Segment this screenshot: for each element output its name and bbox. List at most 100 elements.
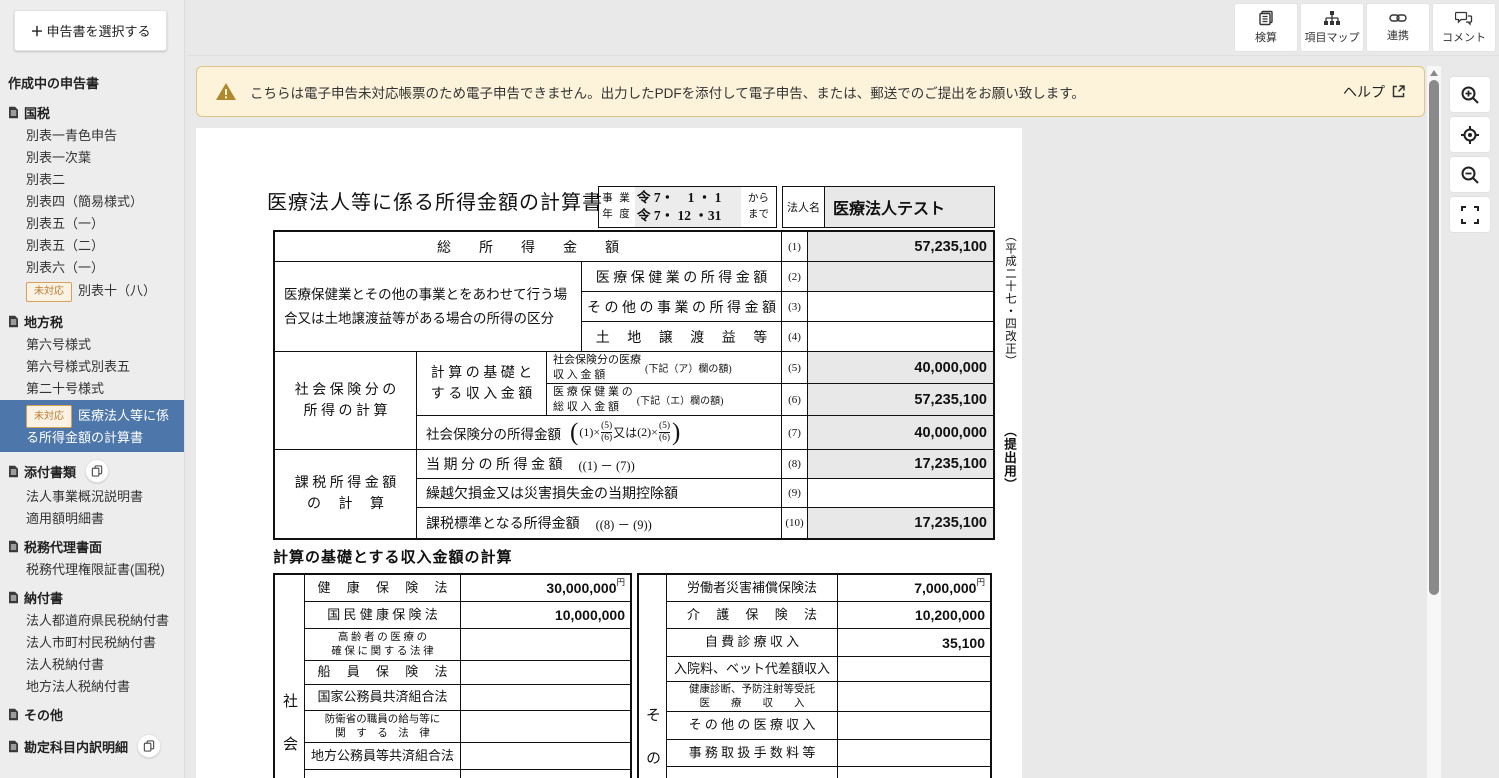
- submission-note: （提出用）: [1000, 424, 1019, 492]
- document-icon: [8, 740, 19, 753]
- side-label-shakai: 社会: [279, 693, 300, 778]
- value-cell[interactable]: [461, 629, 630, 660]
- sitemap-icon: [1323, 10, 1341, 26]
- section-sonota: その他: [0, 698, 184, 727]
- sidebar-item[interactable]: 別表五（一）: [0, 213, 184, 235]
- row4-value[interactable]: [808, 322, 993, 352]
- row1-label: 総 所 得 金 額: [275, 232, 782, 262]
- group1-label: 医療保健業とその他の事業とをあわせて行う場合又は土地譲渡益等がある場合の所得の区…: [275, 262, 582, 352]
- sidebar-item[interactable]: 適用額明細書: [0, 508, 184, 530]
- value-cell[interactable]: [838, 682, 990, 711]
- row5-value[interactable]: 40,000,000: [808, 352, 993, 384]
- form-title: 医療法人等に係る所得金額の計算書: [267, 186, 603, 215]
- income-calculation-table: 総 所 得 金 額 (1) 57,235,100 医療保健業とその他の事業とをあ…: [273, 230, 995, 540]
- zoom-in-button[interactable]: [1449, 76, 1491, 113]
- value-cell[interactable]: [461, 743, 630, 769]
- section-kanjokamoku: 勘定科目内訳明細: [0, 727, 184, 761]
- form-page: 医療法人等に係る所得金額の計算書 事 業年 度 令 7・ 1 ・ 1令 7・ 1…: [196, 128, 1022, 778]
- sidebar-item[interactable]: 第二十号様式: [0, 378, 184, 400]
- zoom-out-button[interactable]: [1449, 156, 1491, 193]
- sidebar-item[interactable]: 税務代理権限証書(国税): [0, 559, 184, 581]
- document-icon: [8, 465, 19, 478]
- row10-value[interactable]: 17,235,100: [808, 508, 993, 538]
- help-link[interactable]: ヘルプ: [1343, 82, 1406, 102]
- value-cell[interactable]: [461, 711, 630, 742]
- corp-name-value[interactable]: 医療法人テスト: [825, 187, 994, 227]
- value-cell[interactable]: [838, 740, 990, 766]
- sidebar-item-active[interactable]: 未対応医療法人等に係る所得金額の計算書: [0, 400, 184, 452]
- section-chihouzei: 地方税: [0, 305, 184, 334]
- link-button[interactable]: 連携: [1366, 3, 1430, 52]
- sidebar-item[interactable]: 第六号様式別表五: [0, 356, 184, 378]
- center-target-button[interactable]: [1449, 116, 1491, 153]
- group2-label: 社 会 保 険 分 の 所 得 の 計 算: [275, 352, 417, 450]
- section-nofusho: 納付書: [0, 581, 184, 610]
- copy-icon[interactable]: [85, 459, 109, 483]
- app-root: ＋申告書を選択する 作成中の申告書 国税 別表一青色申告 別表一次葉 別表二 別…: [0, 0, 1499, 778]
- scroll-up-arrow[interactable]: [1430, 70, 1438, 76]
- row8-value[interactable]: 17,235,100: [808, 450, 993, 479]
- value-cell[interactable]: [838, 767, 990, 778]
- document-icon: [8, 315, 19, 328]
- row7-value[interactable]: 40,000,000: [808, 416, 993, 450]
- row2-value[interactable]: [808, 262, 993, 292]
- sidebar-item[interactable]: 別表六（一）: [0, 257, 184, 279]
- warning-banner: こちらは電子申告未対応帳票のため電子申告できません。出力したPDFを添付して電子…: [196, 66, 1425, 117]
- value-cell[interactable]: [838, 712, 990, 739]
- section-tempu: 添付書類: [0, 452, 184, 486]
- document-icon: [8, 540, 19, 553]
- unsupported-badge: 未対応: [26, 282, 72, 302]
- value-cell[interactable]: [461, 770, 630, 778]
- select-form-button[interactable]: ＋ 申告書を選択する: [14, 10, 167, 51]
- verify-button[interactable]: 検算: [1234, 3, 1298, 52]
- sidebar-item[interactable]: 法人市町村民税納付書: [0, 632, 184, 654]
- sidebar-item[interactable]: 法人事業概況説明書: [0, 486, 184, 508]
- revenue-table-left: 社会 健 康 保 険 法30,000,000円 国 民 健 康 保 険 法10,…: [273, 573, 632, 778]
- value-cell[interactable]: 30,000,000円: [461, 575, 630, 601]
- external-link-icon: [1391, 84, 1406, 99]
- plus-icon: ＋: [30, 24, 43, 39]
- row3-value[interactable]: [808, 292, 993, 322]
- fullscreen-button[interactable]: [1449, 196, 1491, 233]
- sidebar-item[interactable]: 別表五（二）: [0, 235, 184, 257]
- sidebar-item[interactable]: 別表一次葉: [0, 147, 184, 169]
- value-cell[interactable]: [461, 685, 630, 710]
- zoom-toolbar: [1449, 76, 1491, 233]
- sidebar-item[interactable]: 第六号様式: [0, 334, 184, 356]
- fiscal-dates[interactable]: 令 7・ 1 ・ 1令 7・ 12 ・31: [635, 187, 741, 227]
- select-form-label: 申告書を選択する: [47, 24, 151, 39]
- value-cell[interactable]: [838, 657, 990, 681]
- row1-value[interactable]: 57,235,100: [808, 232, 993, 262]
- value-cell[interactable]: 35,100: [838, 629, 990, 656]
- sidebar-item[interactable]: 別表二: [0, 169, 184, 191]
- section-zeimudairi: 税務代理書面: [0, 530, 184, 559]
- revision-note: （平成二十七・四改正）: [1002, 230, 1018, 368]
- row9-value[interactable]: [808, 479, 993, 508]
- row6-value[interactable]: 57,235,100: [808, 384, 993, 416]
- item-map-button[interactable]: 項目マップ: [1300, 3, 1364, 52]
- link-icon: [1389, 12, 1407, 24]
- warning-triangle-icon: [215, 82, 237, 101]
- value-cell[interactable]: 10,200,000: [838, 602, 990, 628]
- section2-title: 計算の基礎とする収入金額の計算: [273, 546, 513, 567]
- value-cell[interactable]: 10,000,000: [461, 602, 630, 628]
- fiscal-year-box[interactable]: 事 業年 度 令 7・ 1 ・ 1令 7・ 12 ・31 からまで: [598, 186, 777, 228]
- sidebar-item[interactable]: 未対応別表十（八）: [0, 279, 184, 305]
- value-cell[interactable]: [461, 661, 630, 684]
- sidebar-item[interactable]: 法人税納付書: [0, 654, 184, 676]
- corp-label: 法人名: [783, 187, 825, 227]
- sidebar-item[interactable]: 法人都道府県民税納付書: [0, 610, 184, 632]
- section-kokuzei: 国税: [0, 96, 184, 125]
- sidebar-item[interactable]: 地方法人税納付書: [0, 676, 184, 698]
- vertical-scrollbar[interactable]: [1427, 66, 1441, 778]
- sidebar-item[interactable]: 別表一青色申告: [0, 125, 184, 147]
- comment-icon: [1455, 11, 1473, 26]
- sidebar-item[interactable]: 別表四（簡易様式）: [0, 191, 184, 213]
- corporation-name-box[interactable]: 法人名 医療法人テスト: [782, 186, 995, 228]
- calculator-icon: [1258, 10, 1274, 26]
- topbar: 検算 項目マップ 連携 コメント: [186, 0, 1499, 56]
- value-cell[interactable]: 7,000,000円: [838, 575, 990, 601]
- copy-icon[interactable]: [137, 734, 161, 758]
- comment-button[interactable]: コメント: [1432, 3, 1496, 52]
- scrollbar-thumb[interactable]: [1429, 80, 1439, 595]
